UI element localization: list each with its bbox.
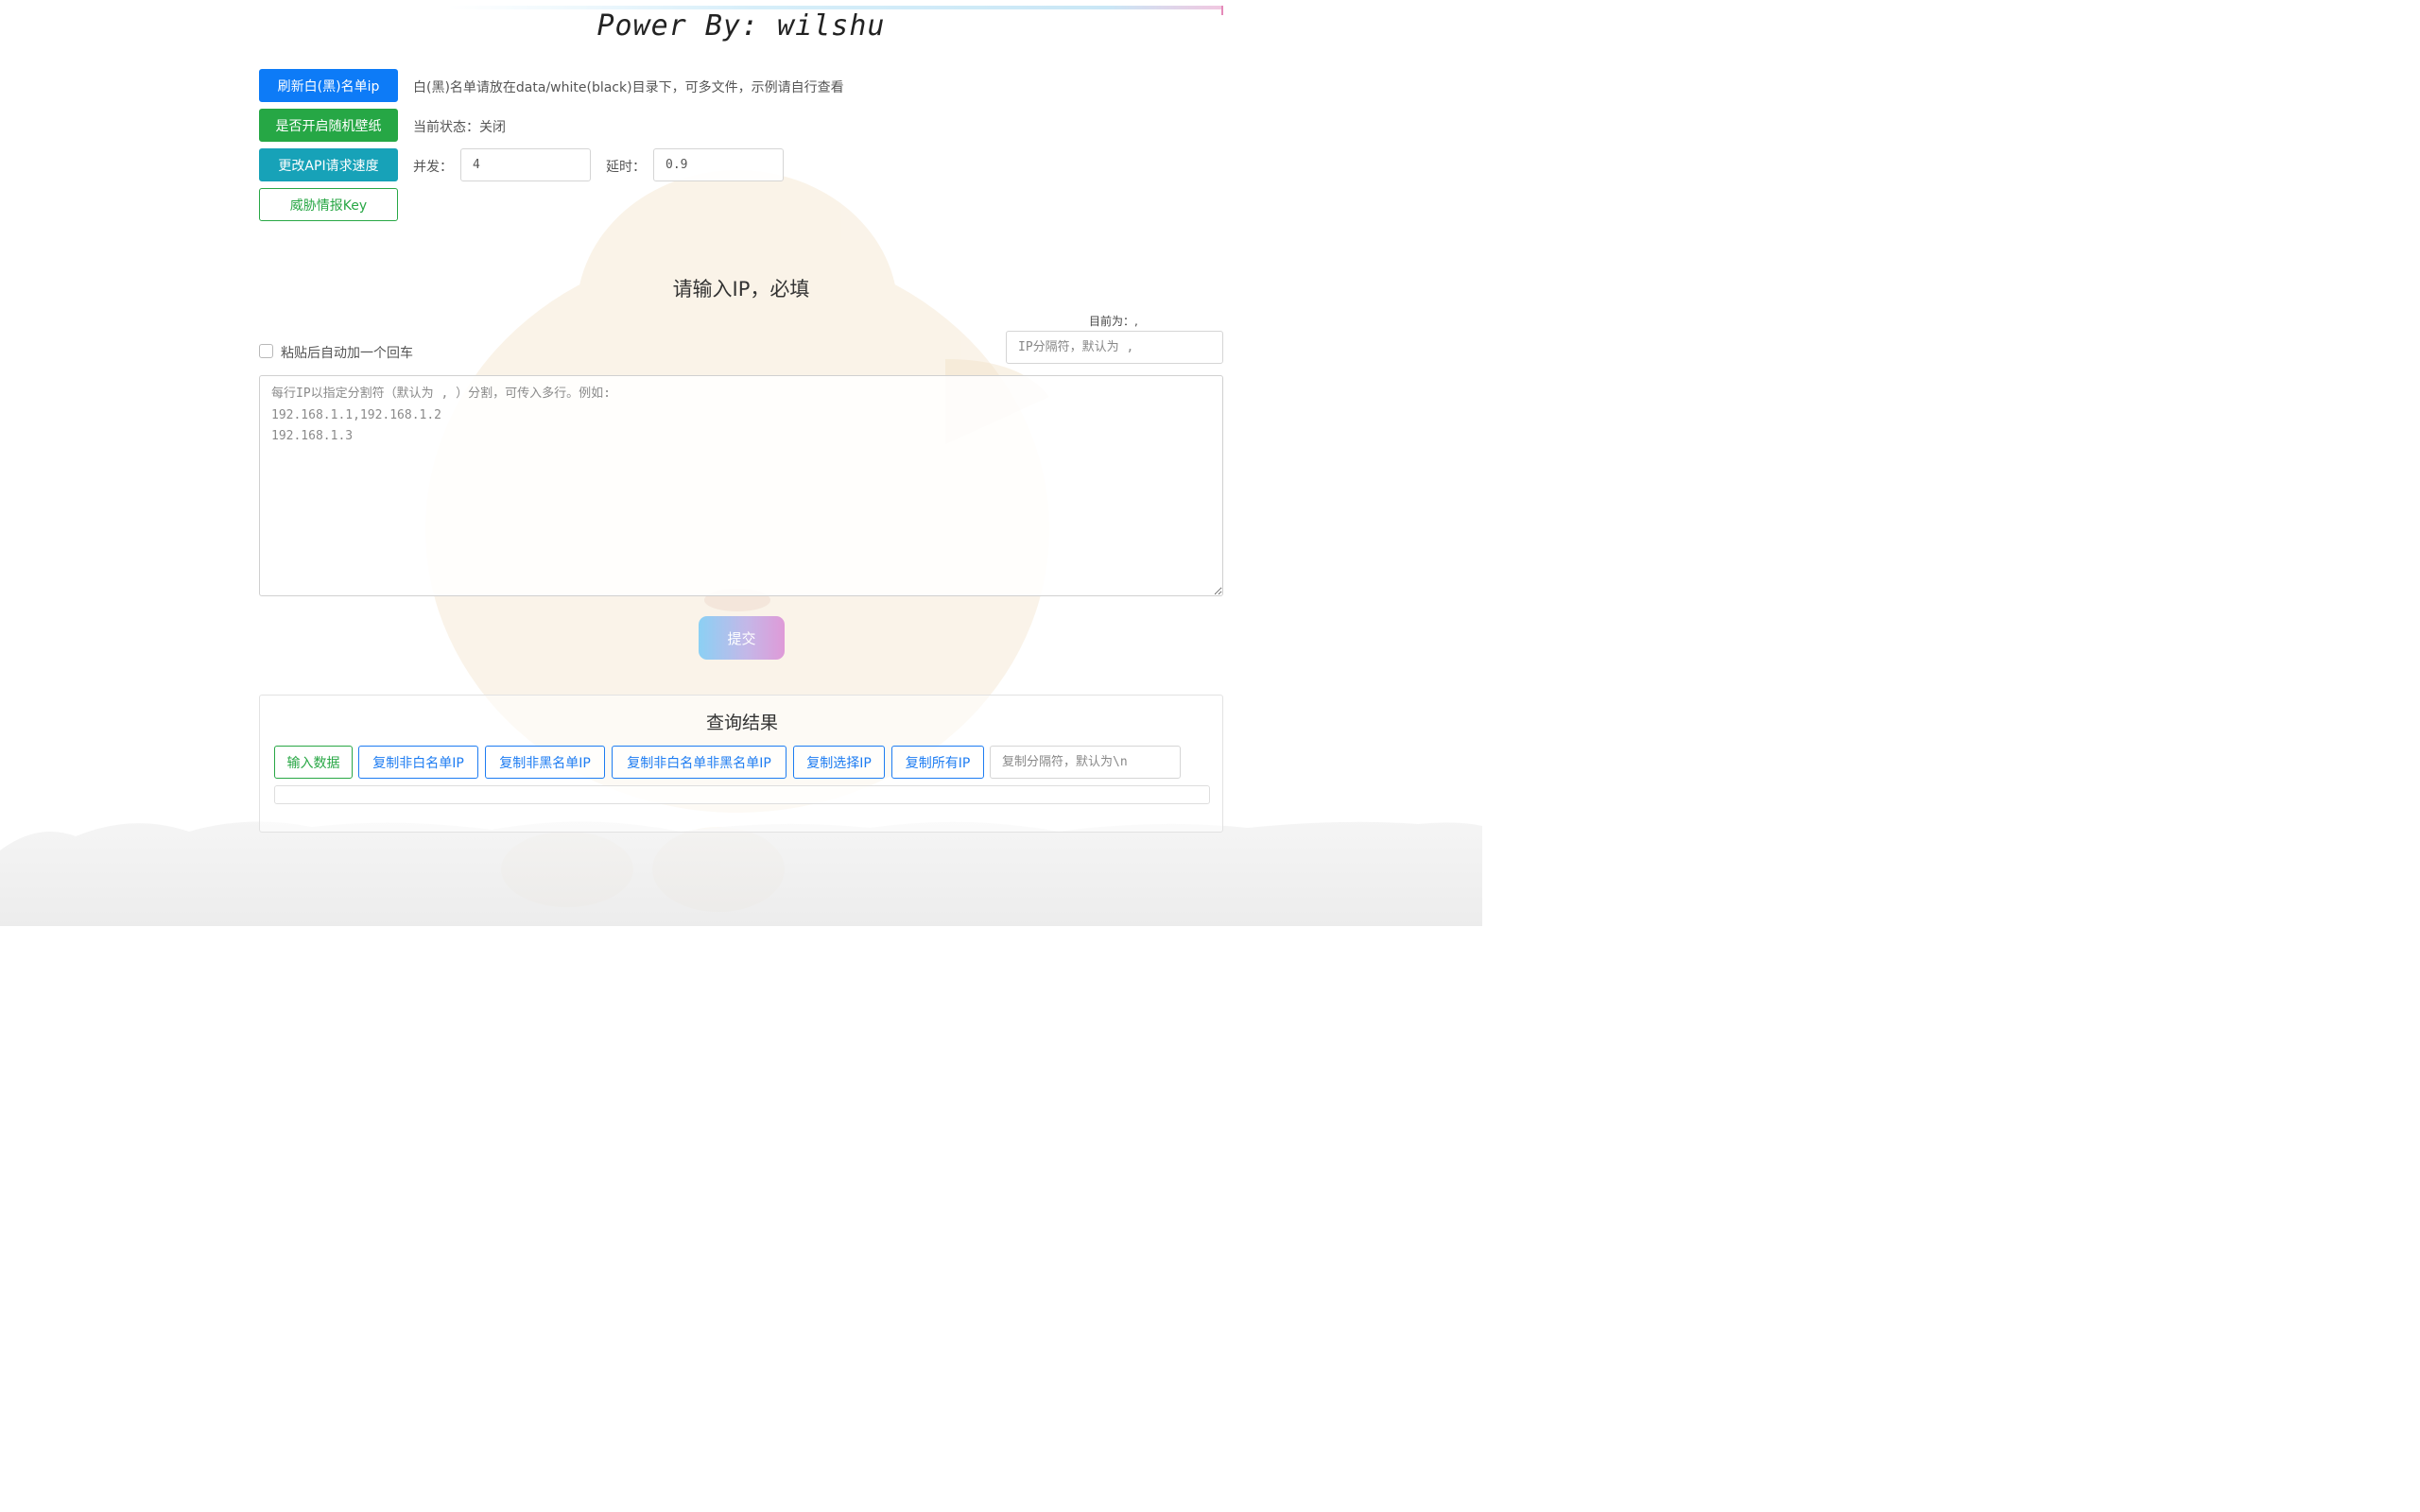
ip-separator-input[interactable] [1006,331,1223,364]
ip-textarea[interactable] [259,375,1223,596]
page-title: Power By: wilshu [596,9,886,43]
concurrency-label: 并发： [413,160,453,175]
auto-enter-checkbox[interactable] [259,344,273,358]
copy-selected-button[interactable]: 复制选择IP [793,746,885,779]
results-output [274,785,1210,804]
results-panel: 查询结果 输入数据 复制非白名单IP 复制非黑名单IP 复制非白名单非黑名单IP… [259,695,1223,833]
auto-enter-label: 粘贴后自动加一个回车 [281,346,413,361]
submit-button[interactable]: 提交 [699,616,785,660]
delay-input[interactable] [653,148,784,181]
list-location-hint: 白(黑)名单请放在data/white(black)目录下，可多文件，示例请自行… [413,80,844,95]
random-wallpaper-toggle-button[interactable]: 是否开启随机壁纸 [259,109,398,142]
copy-separator-input[interactable] [990,746,1181,779]
copy-non-blacklist-button[interactable]: 复制非黑名单IP [485,746,605,779]
delay-label: 延时： [606,160,646,175]
results-heading: 查询结果 [705,713,778,733]
wallpaper-status: 当前状态：关闭 [413,120,506,135]
refresh-list-button[interactable]: 刷新白(黑)名单ip [259,69,398,102]
copy-all-button[interactable]: 复制所有IP [891,746,984,779]
main-container: Power By: wilshu 刷新白(黑)名单ip 白(黑)名单请放在dat… [259,0,1223,926]
copy-non-white-non-black-button[interactable]: 复制非白名单非黑名单IP [612,746,786,779]
separator-current-value: 目前为：, [1089,315,1138,328]
ip-input-heading: 请输入IP，必填 [672,278,810,301]
threat-intel-key-button[interactable]: 威胁情报Key [259,188,398,221]
input-data-button[interactable]: 输入数据 [274,746,353,779]
concurrency-input[interactable] [460,148,591,181]
copy-non-whitelist-button[interactable]: 复制非白名单IP [358,746,478,779]
change-api-speed-button[interactable]: 更改API请求速度 [259,148,398,181]
